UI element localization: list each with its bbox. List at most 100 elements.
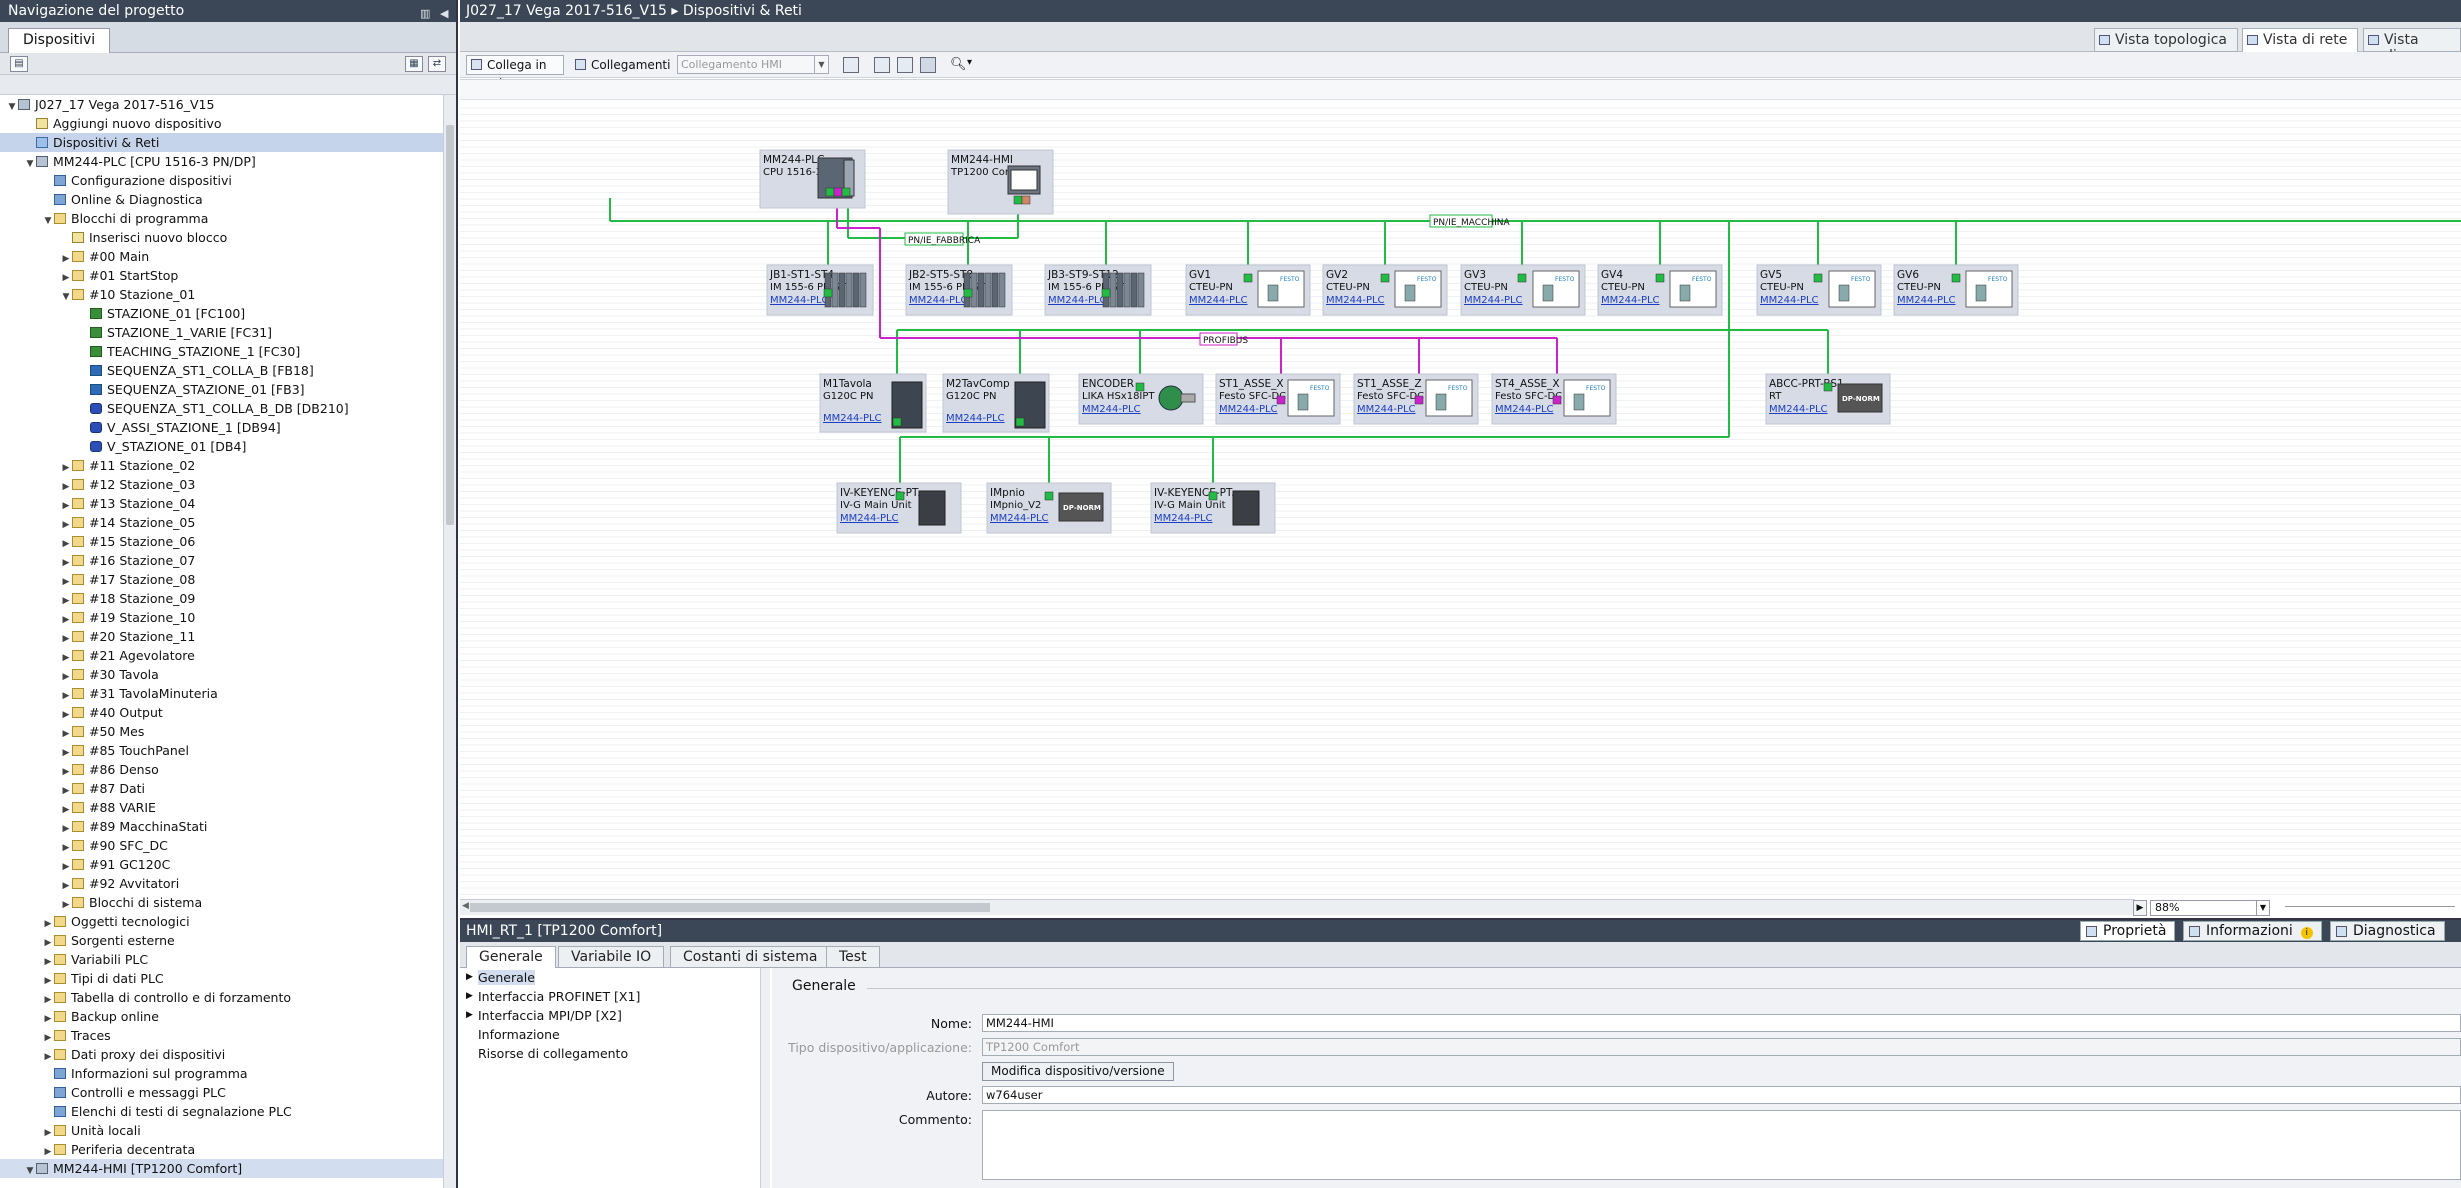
port-icon[interactable]: [892, 417, 902, 427]
tree-detail-view-icon[interactable]: ▦: [405, 56, 423, 72]
device-plc-link[interactable]: MM244-PLC: [823, 413, 882, 424]
tree-item[interactable]: ▶ Blocchi di sistema: [0, 893, 456, 912]
tree-item[interactable]: ▶ #14 Stazione_05: [0, 513, 456, 532]
tree-item[interactable]: ▶ #21 Agevolatore: [0, 646, 456, 665]
tree-item[interactable]: Elenchi di testi di segnalazione PLC: [0, 1102, 456, 1121]
tree-item[interactable]: SEQUENZA_ST1_COLLA_B [FB18]: [0, 361, 456, 380]
scroll-left-icon[interactable]: ◀: [462, 901, 469, 911]
tree-item[interactable]: ▶ #11 Stazione_02: [0, 456, 456, 475]
port-icon[interactable]: [1517, 273, 1527, 283]
scroll-right-icon[interactable]: ▶: [2133, 900, 2147, 916]
properties-splitter[interactable]: [760, 968, 770, 1188]
tree-vertical-scrollbar[interactable]: [443, 95, 456, 1188]
name-field[interactable]: MM244-HMI: [982, 1014, 2461, 1032]
tree-item[interactable]: ▶ Unità locali: [0, 1121, 456, 1140]
tree-item[interactable]: ▶ #50 Mes: [0, 722, 456, 741]
collapsed-arrow-icon[interactable]: ▶: [466, 987, 473, 1006]
connections-button[interactable]: Collegamenti: [570, 55, 670, 75]
properties-nav-item[interactable]: Risorse di collegamento: [460, 1044, 769, 1063]
device-plc-link[interactable]: MM244-PLC: [1082, 404, 1141, 415]
tab-variabile-io[interactable]: Variabile IO: [558, 946, 665, 968]
zoom-icon[interactable]: 🔍︎: [950, 57, 967, 73]
device-plc-link[interactable]: MM244-PLC: [1464, 295, 1523, 306]
zoom-slider[interactable]: [2285, 906, 2455, 910]
tab-diagnostica[interactable]: Diagnostica: [2330, 921, 2445, 941]
tree-item[interactable]: ▼ MM244-PLC [CPU 1516-3 PN/DP]: [0, 152, 456, 171]
tab-generale[interactable]: Generale: [466, 946, 556, 968]
tree-item[interactable]: ▶ #20 Stazione_11: [0, 627, 456, 646]
device-plc-link[interactable]: MM244-PLC: [1326, 295, 1385, 306]
tab-device-view[interactable]: Vista dispo: [2363, 28, 2461, 64]
tree-item[interactable]: ▶ #17 Stazione_08: [0, 570, 456, 589]
tree-item[interactable]: ▶ #00 Main: [0, 247, 456, 266]
device-plc-link[interactable]: MM244-PLC: [840, 513, 899, 524]
tree-item[interactable]: ▶ Periferia decentrata: [0, 1140, 456, 1159]
breadcrumb-page[interactable]: Dispositivi & Reti: [683, 3, 802, 19]
device-plc-link[interactable]: MM244-PLC: [1760, 295, 1819, 306]
network-diagram[interactable]: PN/IE_MACCHINA PN/IE_FABBRICA PROFIBUS MM24…: [460, 80, 2461, 899]
split-view-icon[interactable]: [920, 57, 936, 73]
tree-item[interactable]: ▶ #85 TouchPanel: [0, 741, 456, 760]
tree-item[interactable]: ▶ #87 Dati: [0, 779, 456, 798]
port-icon[interactable]: [1380, 273, 1390, 283]
tree-item[interactable]: ▶ #40 Output: [0, 703, 456, 722]
scrollbar-thumb[interactable]: [446, 125, 454, 525]
tree-item[interactable]: SEQUENZA_ST1_COLLA_B_DB [DB210]: [0, 399, 456, 418]
port-icon[interactable]: [823, 288, 833, 298]
port-icon[interactable]: [1013, 195, 1023, 205]
port-icon[interactable]: [1101, 288, 1111, 298]
subnet-label[interactable]: PN/IE_FABBRICA: [908, 236, 981, 246]
device-plc-link[interactable]: MM244-PLC: [1154, 513, 1213, 524]
device-plc-link[interactable]: MM244-PLC: [1219, 404, 1278, 415]
tree-item[interactable]: ▶ #19 Stazione_10: [0, 608, 456, 627]
port-icon[interactable]: [1552, 395, 1562, 405]
port-icon[interactable]: [1414, 395, 1424, 405]
tree-item[interactable]: ▶ Traces: [0, 1026, 456, 1045]
port-icon[interactable]: [1655, 273, 1665, 283]
tree-item[interactable]: STAZIONE_1_VARIE [FC31]: [0, 323, 456, 342]
port-icon[interactable]: [1276, 395, 1286, 405]
port-icon[interactable]: [841, 187, 851, 197]
tab-informazioni[interactable]: Informazioni i: [2183, 921, 2322, 941]
tree-item[interactable]: Online & Diagnostica: [0, 190, 456, 209]
tree-item[interactable]: SEQUENZA_STAZIONE_01 [FB3]: [0, 380, 456, 399]
tree-item[interactable]: Informazioni sul programma: [0, 1064, 456, 1083]
tree-item[interactable]: V_ASSI_STAZIONE_1 [DB94]: [0, 418, 456, 437]
tree-item[interactable]: Configurazione dispositivi: [0, 171, 456, 190]
connection-type-select[interactable]: Collegamento HMI ▼: [677, 55, 829, 74]
address-overview-icon[interactable]: [843, 57, 859, 73]
tab-proprieta[interactable]: Proprietà: [2080, 921, 2176, 941]
tree-item[interactable]: Controlli e messaggi PLC: [0, 1083, 456, 1102]
connect-network-button[interactable]: Collega in rete: [466, 55, 564, 90]
expanded-arrow-icon[interactable]: ▼: [24, 1162, 36, 1181]
device-plc-link[interactable]: MM244-PLC: [909, 295, 968, 306]
port-icon[interactable]: [963, 288, 973, 298]
tree-item[interactable]: ▼ J027_17 Vega 2017-516_V15: [0, 95, 456, 114]
tree-item[interactable]: ▼ #10 Stazione_01: [0, 285, 456, 304]
tree-item[interactable]: ▶ Variabili PLC: [0, 950, 456, 969]
tree-item[interactable]: ▶ #90 SFC_DC: [0, 836, 456, 855]
port-icon[interactable]: [895, 491, 905, 501]
tree-properties-icon[interactable]: ▤: [10, 56, 28, 72]
tree-item[interactable]: ▶ Oggetti tecnologici: [0, 912, 456, 931]
tree-item[interactable]: Dispositivi & Reti: [0, 133, 456, 152]
device-plc-link[interactable]: MM244-PLC: [1189, 295, 1248, 306]
port-icon[interactable]: [1813, 273, 1823, 283]
device-plc-link[interactable]: MM244-PLC: [770, 295, 829, 306]
device-plc-link[interactable]: MM244-PLC: [1357, 404, 1416, 415]
tree-item[interactable]: STAZIONE_01 [FC100]: [0, 304, 456, 323]
port-icon[interactable]: [1208, 491, 1218, 501]
tree-item[interactable]: ▶ #89 MacchinaStati: [0, 817, 456, 836]
tree-item[interactable]: ▶ #12 Stazione_03: [0, 475, 456, 494]
scrollbar-thumb[interactable]: [470, 903, 990, 912]
tree-item[interactable]: ▶ #13 Stazione_04: [0, 494, 456, 513]
device-plc-link[interactable]: MM244-PLC: [1048, 295, 1107, 306]
port-icon[interactable]: [833, 187, 843, 197]
canvas-horizontal-scrollbar[interactable]: ◀: [460, 899, 2135, 915]
tree-item[interactable]: ▶ Backup online: [0, 1007, 456, 1026]
port-icon[interactable]: [1015, 417, 1025, 427]
tree-item[interactable]: ▶ #18 Stazione_09: [0, 589, 456, 608]
author-field[interactable]: w764user: [982, 1086, 2461, 1104]
tree-item[interactable]: ▶ Sorgenti esterne: [0, 931, 456, 950]
tree-item[interactable]: ▼ MM244-HMI [TP1200 Comfort]: [0, 1159, 456, 1178]
